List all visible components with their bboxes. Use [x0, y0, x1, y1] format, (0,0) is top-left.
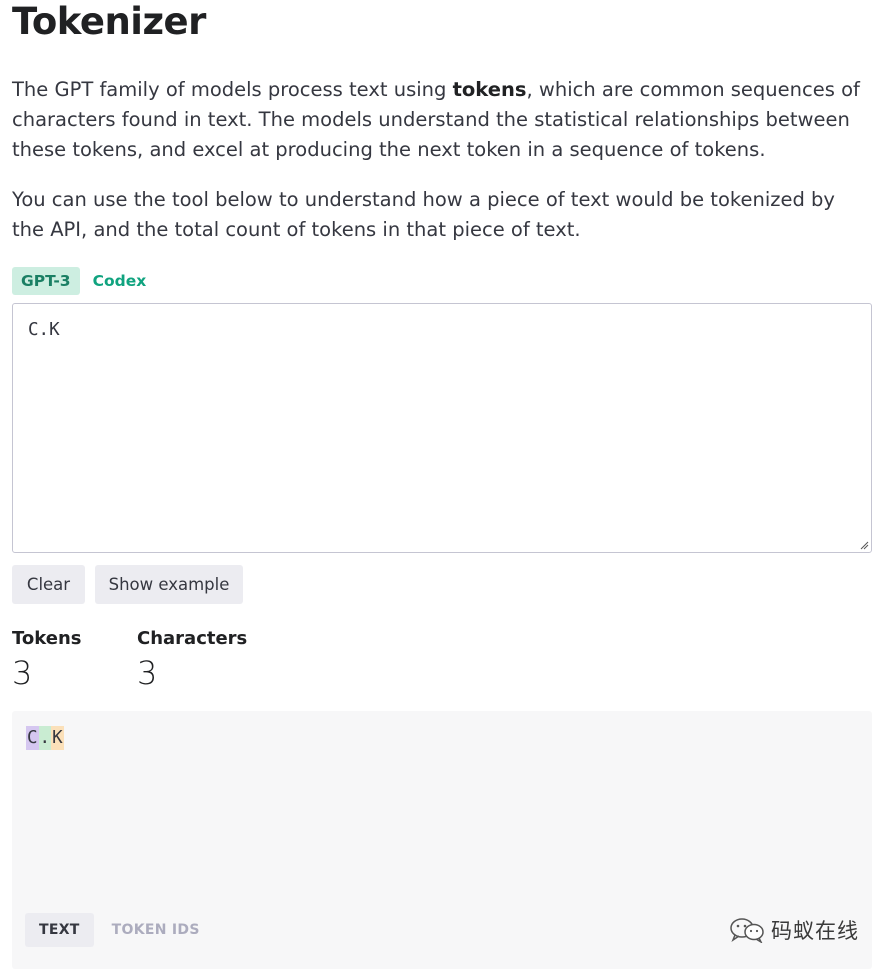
wechat-icon	[730, 918, 764, 943]
watermark: 码蚁在线	[729, 915, 859, 945]
tokens-count: 3	[12, 654, 33, 692]
token-chip: .	[38, 726, 52, 750]
text-input-value[interactable]: C.K	[28, 320, 60, 340]
output-view-tabs: TEXT TOKEN IDS	[25, 913, 214, 947]
intro-bold-tokens: tokens	[452, 78, 527, 101]
token-highlight-line: C . K	[26, 726, 64, 750]
resize-handle-icon[interactable]	[859, 540, 869, 550]
tab-text[interactable]: TEXT	[25, 913, 94, 947]
tab-codex[interactable]: Codex	[84, 267, 156, 295]
watermark-text: 码蚁在线	[771, 919, 859, 943]
tab-gpt3[interactable]: GPT-3	[12, 267, 80, 295]
tokens-label: Tokens	[12, 628, 82, 649]
intro-text-1: The GPT family of models process text us…	[12, 78, 453, 101]
intro-paragraph: The GPT family of models process text us…	[12, 75, 872, 165]
token-chip: K	[51, 726, 64, 750]
page-title: Tokenizer	[12, 0, 206, 43]
intro-paragraph-2: You can use the tool below to understand…	[12, 188, 835, 241]
text-input-area[interactable]: C.K	[12, 303, 872, 553]
clear-button[interactable]: Clear	[12, 565, 85, 604]
characters-stat: Characters 3	[137, 627, 247, 692]
show-example-button[interactable]: Show example	[95, 565, 243, 604]
characters-label: Characters	[137, 628, 248, 649]
characters-count: 3	[137, 654, 158, 692]
tab-token-ids[interactable]: TOKEN IDS	[98, 913, 214, 947]
tokens-stat: Tokens 3	[12, 627, 81, 692]
model-tabs: GPT-3 Codex	[12, 267, 155, 295]
token-chip: C	[26, 726, 39, 750]
